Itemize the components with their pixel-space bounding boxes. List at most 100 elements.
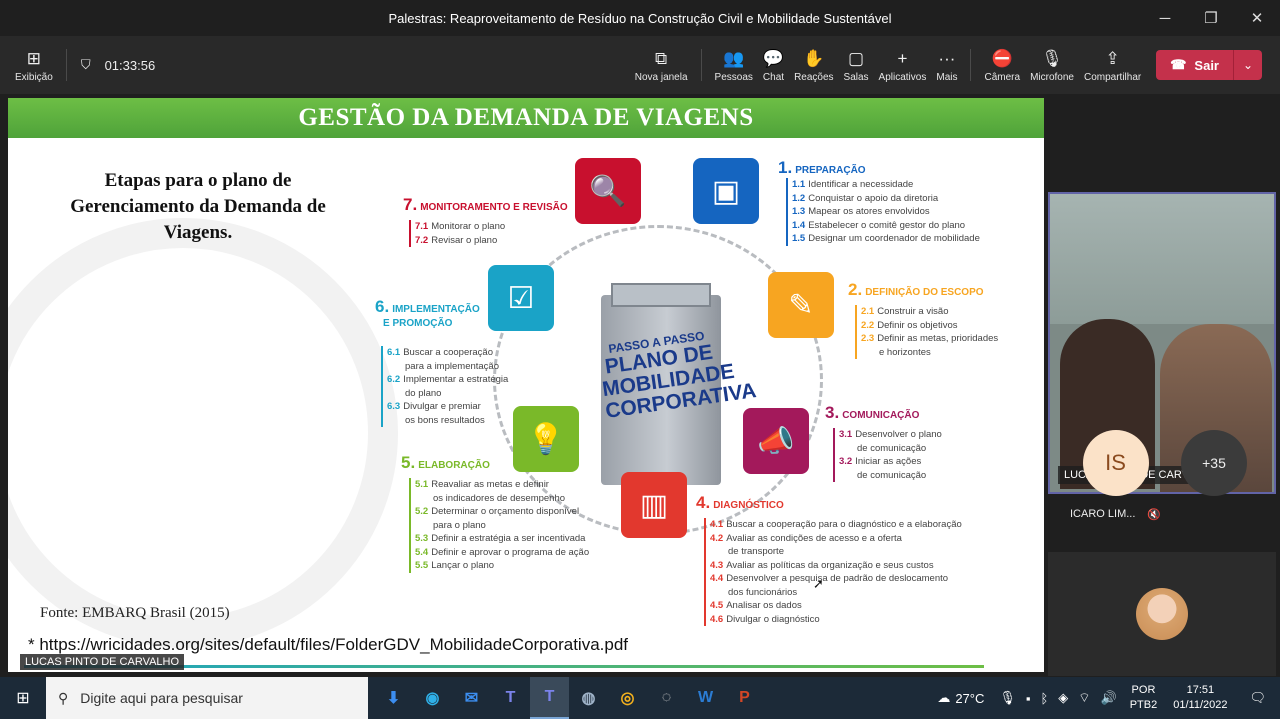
globe-icon: ◍	[581, 690, 596, 707]
browser-app[interactable]: ◍	[569, 677, 608, 719]
chrome-app[interactable]: ◎	[608, 677, 647, 719]
title-bar: Palestras: Reaproveitamento de Resíduo n…	[0, 0, 1280, 36]
item-text: Definir as metas, prioridades	[877, 333, 999, 344]
weather-temp[interactable]: 27°C	[955, 691, 994, 706]
list-item: 5.4 Definir e aprovar o programa de ação	[415, 546, 589, 560]
share-button[interactable]: ⇪ Compartilhar	[1079, 36, 1146, 94]
apps-button[interactable]: + Aplicativos	[874, 36, 932, 94]
close-button[interactable]: ✕	[1234, 0, 1280, 36]
clock[interactable]: 17:51 01/11/2022	[1165, 683, 1235, 713]
weather-icon[interactable]: ☁	[932, 690, 955, 706]
step-number: 3.	[825, 403, 840, 422]
app-icon[interactable]: ◌	[647, 677, 686, 719]
people-button[interactable]: 👥 Pessoas	[710, 36, 758, 94]
plus-icon: +	[897, 48, 908, 68]
new-window-label: Nova janela	[634, 71, 688, 83]
powerpoint-app[interactable]: P	[725, 677, 764, 719]
edge-app[interactable]: ◉	[413, 677, 452, 719]
divider	[65, 49, 67, 81]
start-button[interactable]: ⊞	[0, 677, 46, 719]
slide-url: * https://wricidades.org/sites/default/f…	[28, 635, 629, 654]
item-num: 1.3	[792, 206, 806, 217]
chat-label: Chat	[762, 71, 785, 83]
microphone-button[interactable]: 🎙 Microfone	[1025, 36, 1079, 94]
system-tray: ☁ 27°C 🎙 ▪ ᛒ ◈ ⌔ 🔊 POR PTB2 17:51 01/11/20…	[932, 677, 1280, 719]
subtitle-line: Gerenciamento da Demanda de	[70, 196, 326, 217]
list-item: 5.1 Reavaliar as metas e definir	[415, 478, 589, 492]
tray-app-icon[interactable]: ◈	[1053, 690, 1073, 706]
item-text: Reavaliar as metas e definir	[431, 479, 549, 490]
item-num: 7.1	[415, 221, 429, 232]
leave-dropdown[interactable]: ⌄	[1234, 58, 1262, 72]
teams-app[interactable]: T	[491, 677, 530, 719]
list-item: 6.1 Buscar a cooperação	[387, 346, 508, 360]
item-text: de comunicação	[857, 469, 927, 481]
participant-is[interactable]: IS ICARO LIM... 🔇	[1070, 430, 1161, 521]
item-text: dos funcionários	[728, 586, 798, 598]
download-icon: ⬇	[386, 690, 401, 707]
slide-title-band: GESTÃO DA DEMANDA DE VIAGENS	[8, 98, 1044, 138]
more-label: Mais	[936, 71, 958, 83]
step-title-text: ELABORAÇÃO	[418, 460, 490, 471]
building-main-text: PLANO DE MOBILIDADE CORPORATIVA	[600, 340, 758, 423]
step-title-text: DIAGNÓSTICO	[713, 500, 784, 511]
mail-app[interactable]: ✉	[452, 677, 491, 719]
rooms-button[interactable]: ▢ Salas	[839, 36, 874, 94]
step-5-title: 5. ELABORAÇÃO	[401, 453, 490, 473]
teams-tray-icon[interactable]: ▪	[1021, 691, 1036, 706]
maximize-button[interactable]: ❐	[1188, 0, 1234, 36]
item-num: 3.1	[839, 429, 853, 440]
shared-slide: GESTÃO DA DEMANDA DE VIAGENS Etapas para…	[8, 98, 1044, 672]
list-item: os bons resultados	[387, 414, 508, 428]
bluetooth-icon[interactable]: ᛒ	[1035, 691, 1053, 706]
item-num: 5.5	[415, 560, 429, 571]
leave-label: Sair	[1194, 57, 1219, 73]
item-text: Lançar o plano	[431, 560, 495, 571]
language-indicator[interactable]: POR PTB2	[1122, 683, 1166, 713]
leave-button[interactable]: ☎ Sair	[1156, 50, 1234, 80]
speaker-icon[interactable]: 🔊	[1096, 690, 1122, 706]
item-num: 4.5	[710, 600, 724, 611]
item-text: os bons resultados	[405, 414, 485, 426]
list-item: dos funcionários	[710, 586, 962, 600]
share-icon: ⇪	[1105, 48, 1120, 68]
item-num: 4.3	[710, 559, 724, 571]
more-participants[interactable]: +35	[1181, 430, 1247, 496]
search-icon: ⚲	[58, 689, 69, 706]
word-app[interactable]: W	[686, 677, 725, 719]
mouse-cursor-icon: ➚	[813, 576, 824, 591]
item-num: 5.1	[415, 479, 429, 490]
item-num: 2.3	[861, 333, 875, 344]
step-6-list: 6.1 Buscar a cooperação para a implementa…	[381, 346, 508, 427]
item-text: Designar um coordenador de mobilidade	[808, 233, 980, 244]
participant-avatar-tile[interactable]	[1048, 552, 1276, 676]
window-title: Palestras: Reaproveitamento de Resíduo n…	[388, 10, 892, 26]
list-item: 1.1 Identificar a necessidade	[792, 178, 980, 192]
chat-button[interactable]: 💬 Chat	[758, 36, 789, 94]
steps-diagram: PASSO A PASSO PLANO DE MOBILIDADE CORPORA…	[363, 150, 1023, 630]
step-title-text: E PROMOÇÃO	[383, 318, 453, 329]
mic-tray-icon[interactable]: 🎙	[994, 690, 1021, 706]
building-text: PASSO A PASSO PLANO DE MOBILIDADE CORPORA…	[596, 327, 758, 423]
grid-icon: ⊞	[26, 48, 42, 68]
download-app[interactable]: ⬇	[374, 677, 413, 719]
more-button[interactable]: ··· Mais	[931, 36, 962, 94]
step-1-list: 1.1 Identificar a necessidade 1.2 Conquist…	[786, 178, 980, 246]
reactions-button[interactable]: ✋ Reações	[789, 36, 838, 94]
meeting-toolbar: ⊞ Exibição ⛉ 01:33:56 ⧉ Nova janela 👥 Pess…	[0, 36, 1280, 94]
view-button[interactable]: ⊞ Exibição	[10, 36, 58, 94]
teams-meeting-app[interactable]: T	[530, 677, 569, 719]
new-window-button[interactable]: ⧉ Nova janela	[630, 36, 693, 94]
list-item: para a implementação	[387, 360, 508, 374]
camera-button[interactable]: ⛔ Câmera	[979, 36, 1025, 94]
network-icon[interactable]: ⌔	[1073, 690, 1095, 706]
item-num: 1.2	[792, 192, 806, 204]
teams-icon: T	[505, 689, 516, 706]
powerpoint-icon: P	[739, 689, 750, 706]
taskbar-apps: ⬇ ◉ ✉ T T ◍ ◎ ◌ W P	[374, 677, 764, 719]
minimize-button[interactable]: ─	[1142, 0, 1188, 36]
item-num: 5.2	[415, 506, 429, 517]
slide-title: GESTÃO DA DEMANDA DE VIAGENS	[298, 104, 754, 131]
notification-icon[interactable]: 🗨	[1235, 690, 1280, 706]
taskbar-search[interactable]: ⚲ Digite aqui para pesquisar	[46, 677, 368, 719]
